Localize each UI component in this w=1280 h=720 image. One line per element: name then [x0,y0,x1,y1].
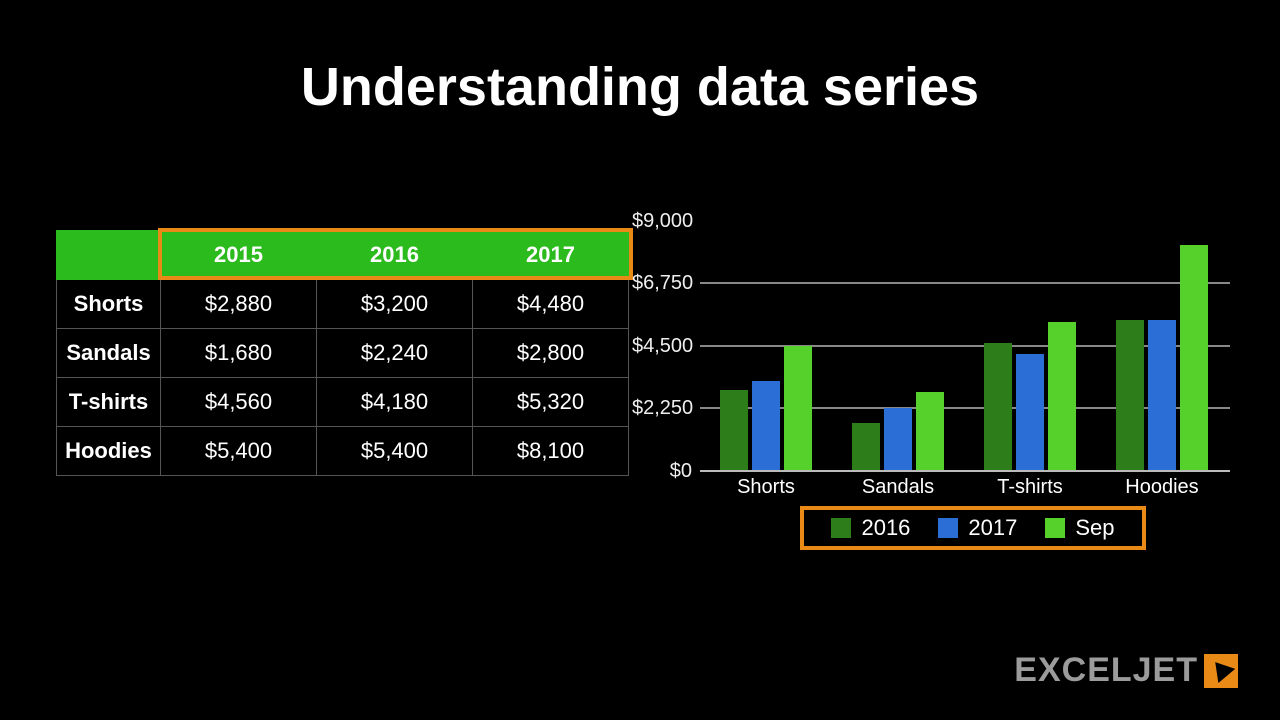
cell: $5,400 [161,427,317,476]
table-corner [57,231,161,280]
col-header-2017: 2017 [473,231,629,280]
bar [984,343,1012,470]
baseline [700,470,1230,472]
legend-swatch-icon [938,518,958,538]
logo-arrow-icon [1204,654,1238,688]
legend-item: 2016 [831,515,910,541]
cell: $1,680 [161,329,317,378]
bar [1116,320,1144,470]
bar [1048,322,1076,470]
cell: $3,200 [317,280,473,329]
logo-text: EXCELJET [1014,651,1198,690]
bar [752,381,780,470]
cell: $2,800 [473,329,629,378]
bar [852,423,880,470]
legend-label: Sep [1075,515,1114,541]
cell: $4,180 [317,378,473,427]
category-label: Sandals [832,476,964,499]
cell: $4,480 [473,280,629,329]
bar [916,392,944,470]
legend-label: 2016 [861,515,910,541]
page-title: Understanding data series [0,56,1280,118]
row-header: Sandals [57,329,161,378]
cell: $2,880 [161,280,317,329]
legend-swatch-icon [1045,518,1065,538]
legend-label: 2017 [968,515,1017,541]
ytick: $2,250 [632,397,692,420]
bar [1016,354,1044,470]
col-header-2015: 2015 [161,231,317,280]
legend-item: 2017 [938,515,1017,541]
table-row: T-shirts $4,560 $4,180 $5,320 [57,378,629,427]
ytick: $6,750 [632,272,692,295]
table-row: Sandals $1,680 $2,240 $2,800 [57,329,629,378]
slide: Understanding data series 2015 2016 2017… [0,0,1280,720]
bar [1148,320,1176,470]
legend-item: Sep [1045,515,1114,541]
row-header: Hoodies [57,427,161,476]
bar-chart: $9,000 $6,750 $4,500 $2,250 $0 [636,220,1232,500]
category-label: Hoodies [1096,476,1228,499]
col-header-2016: 2016 [317,231,473,280]
cell: $5,320 [473,378,629,427]
legend-swatch-icon [831,518,851,538]
chart-legend: 2016 2017 Sep [800,506,1146,550]
ytick: $0 [632,460,692,483]
bar [884,408,912,470]
logo: EXCELJET [1014,651,1238,690]
category-label: T-shirts [964,476,1096,499]
row-header: T-shirts [57,378,161,427]
plot-area [700,220,1230,470]
cell: $8,100 [473,427,629,476]
cell: $2,240 [317,329,473,378]
ytick: $9,000 [632,210,692,233]
table-row: Hoodies $5,400 $5,400 $8,100 [57,427,629,476]
data-table: 2015 2016 2017 Shorts $2,880 $3,200 $4,4… [56,230,629,476]
ytick: $4,500 [632,335,692,358]
table-header-row: 2015 2016 2017 [57,231,629,280]
table-row: Shorts $2,880 $3,200 $4,480 [57,280,629,329]
bar [720,390,748,470]
bar [1180,245,1208,470]
bar [784,346,812,470]
cell: $5,400 [317,427,473,476]
row-header: Shorts [57,280,161,329]
cell: $4,560 [161,378,317,427]
category-label: Shorts [700,476,832,499]
